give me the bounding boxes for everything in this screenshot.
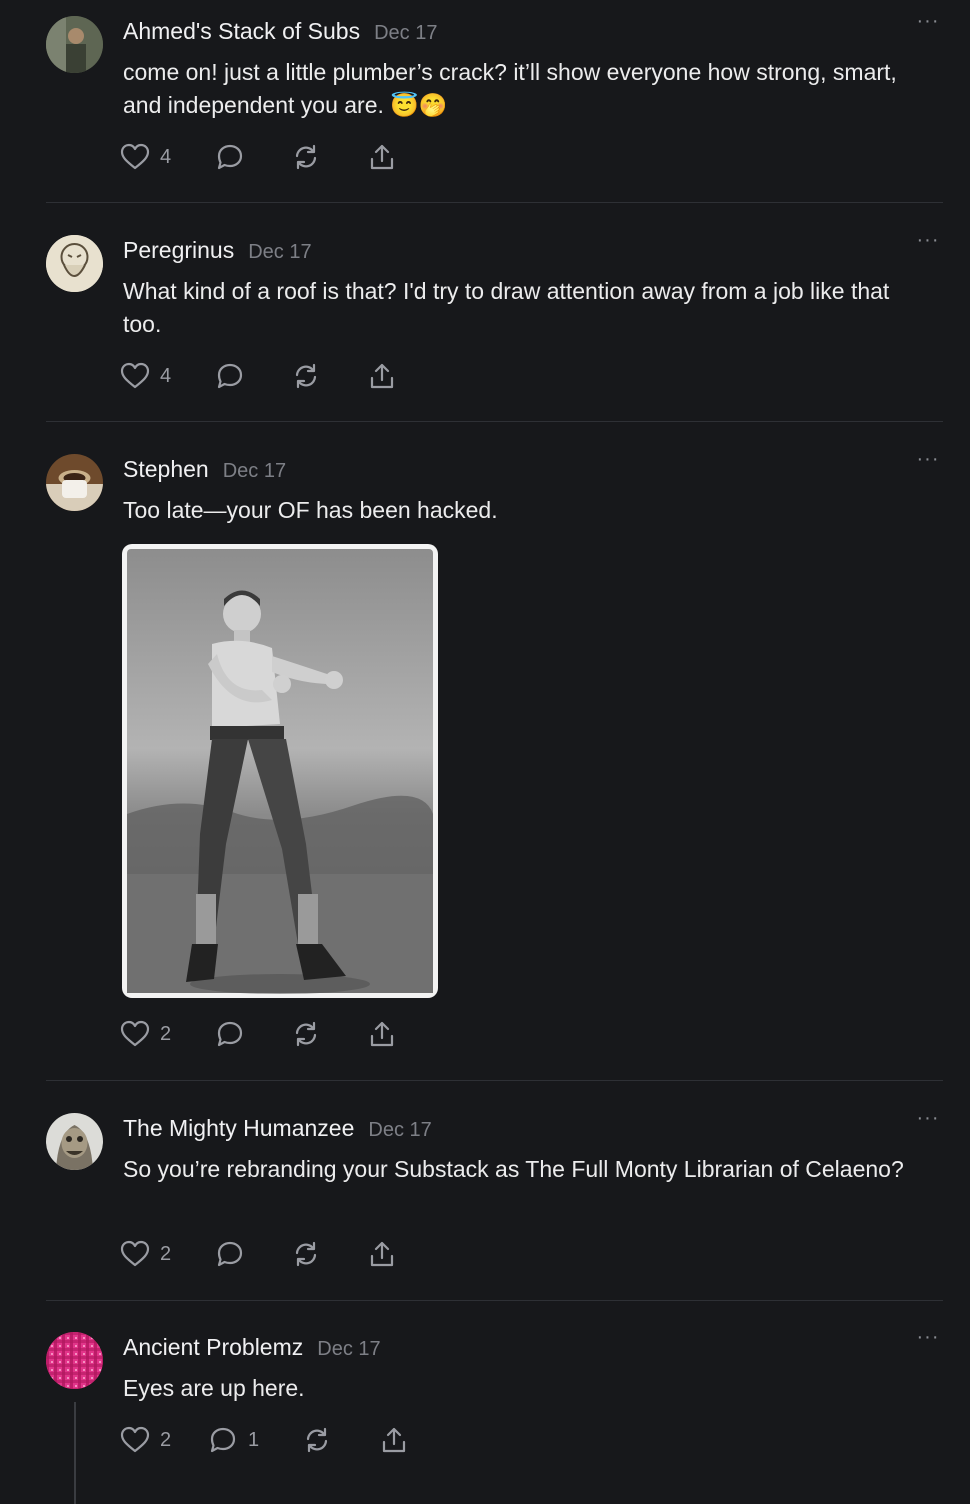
restack-button[interactable] — [291, 360, 321, 392]
comment-image[interactable] — [122, 544, 438, 998]
reply-count: 1 — [248, 1428, 260, 1451]
comment: Ahmed's Stack of Subs Dec 17 ··· come on!… — [0, 0, 970, 203]
author-name[interactable]: Stephen Dec 17 — [123, 456, 286, 483]
restack-button[interactable] — [291, 1018, 321, 1050]
like-button[interactable]: 2 — [120, 1238, 171, 1270]
avatar[interactable] — [46, 1332, 103, 1389]
comment-text: Eyes are up here. — [123, 1375, 305, 1401]
like-button[interactable]: 2 — [120, 1018, 171, 1050]
comment-date: Dec 17 — [248, 241, 312, 263]
comment-date: Dec 17 — [222, 460, 287, 482]
reply-button[interactable]: 1 — [208, 1424, 259, 1456]
author-name[interactable]: Ancient Problemz Dec 17 — [123, 1334, 381, 1361]
like-count: 4 — [160, 364, 172, 387]
more-icon[interactable]: ··· — [914, 1327, 942, 1347]
like-button[interactable]: 4 — [120, 141, 171, 173]
thread-line — [74, 1402, 76, 1504]
like-count: 2 — [160, 1428, 172, 1451]
heart-icon — [120, 1426, 150, 1454]
share-icon — [367, 142, 397, 172]
restack-icon — [291, 142, 321, 172]
comment-date: Dec 17 — [374, 22, 438, 44]
comment: Stephen Dec 17 ··· Too late—your OF has b… — [0, 438, 970, 1081]
heart-icon — [120, 1240, 150, 1268]
heart-icon — [120, 143, 150, 171]
reply-button[interactable] — [215, 1018, 245, 1050]
restack-button[interactable] — [291, 1238, 321, 1270]
comment: Peregrinus Dec 17 ··· What kind of a roof… — [0, 219, 970, 422]
comment-text: So you’re rebranding your Substack as Th… — [123, 1156, 904, 1182]
more-icon[interactable]: ··· — [914, 1108, 942, 1128]
heart-icon — [120, 362, 150, 390]
share-icon — [367, 361, 397, 391]
comment-actions: 2 — [120, 1018, 420, 1052]
more-icon[interactable]: ··· — [914, 11, 942, 31]
more-icon[interactable]: ··· — [914, 449, 942, 469]
divider — [46, 202, 943, 203]
share-button[interactable] — [379, 1424, 409, 1456]
comment-icon — [215, 1239, 245, 1269]
share-button[interactable] — [367, 360, 397, 392]
reply-button[interactable] — [215, 1238, 245, 1270]
like-count: 2 — [160, 1242, 172, 1265]
comment-actions: 4 — [120, 141, 420, 175]
like-count: 2 — [160, 1022, 172, 1045]
author-label[interactable]: Ancient Problemz — [123, 1334, 303, 1360]
comment-icon — [215, 1019, 245, 1049]
author-label[interactable]: Stephen — [123, 456, 209, 482]
comment-text: come on! just a little plumber’s crack? … — [123, 59, 897, 118]
comment: Ancient Problemz Dec 17 ··· Eyes are up h… — [0, 1316, 970, 1504]
comment-text: Too late—your OF has been hacked. — [123, 497, 498, 523]
comment-icon — [215, 142, 245, 172]
comment-actions: 4 — [120, 360, 420, 394]
author-label[interactable]: The Mighty Humanzee — [123, 1115, 354, 1141]
restack-icon — [291, 361, 321, 391]
comment: The Mighty Humanzee Dec 17 ··· So you’re … — [0, 1097, 970, 1300]
avatar[interactable] — [46, 235, 103, 292]
avatar[interactable] — [46, 454, 103, 511]
more-icon[interactable]: ··· — [914, 230, 942, 250]
comment-icon — [215, 361, 245, 391]
restack-icon — [291, 1019, 321, 1049]
share-button[interactable] — [367, 141, 397, 173]
avatar[interactable] — [46, 16, 103, 73]
reply-button[interactable] — [215, 141, 245, 173]
restack-icon — [291, 1239, 321, 1269]
author-name[interactable]: The Mighty Humanzee Dec 17 — [123, 1115, 432, 1142]
restack-button[interactable] — [302, 1424, 332, 1456]
share-icon — [379, 1425, 409, 1455]
like-button[interactable]: 2 — [120, 1424, 171, 1456]
share-button[interactable] — [367, 1018, 397, 1050]
avatar[interactable] — [46, 1113, 103, 1170]
divider — [46, 421, 943, 422]
comment-date: Dec 17 — [317, 1338, 381, 1360]
share-icon — [367, 1019, 397, 1049]
restack-button[interactable] — [291, 141, 321, 173]
like-count: 4 — [160, 145, 172, 168]
comment-date: Dec 17 — [368, 1119, 432, 1141]
author-label[interactable]: Ahmed's Stack of Subs — [123, 18, 360, 44]
author-name[interactable]: Ahmed's Stack of Subs Dec 17 — [123, 18, 437, 45]
like-button[interactable]: 4 — [120, 360, 171, 392]
divider — [46, 1080, 943, 1081]
author-name[interactable]: Peregrinus Dec 17 — [123, 237, 312, 264]
share-button[interactable] — [367, 1238, 397, 1270]
comment-text: What kind of a roof is that? I'd try to … — [123, 278, 890, 337]
comment-actions: 2 1 — [120, 1424, 420, 1458]
heart-icon — [120, 1020, 150, 1048]
restack-icon — [302, 1425, 332, 1455]
share-icon — [367, 1239, 397, 1269]
reply-button[interactable] — [215, 360, 245, 392]
comment-icon — [208, 1425, 238, 1455]
comment-actions: 2 — [120, 1238, 420, 1272]
vintage-boxer-photo — [127, 549, 433, 994]
divider — [46, 1300, 943, 1301]
author-label[interactable]: Peregrinus — [123, 237, 234, 263]
